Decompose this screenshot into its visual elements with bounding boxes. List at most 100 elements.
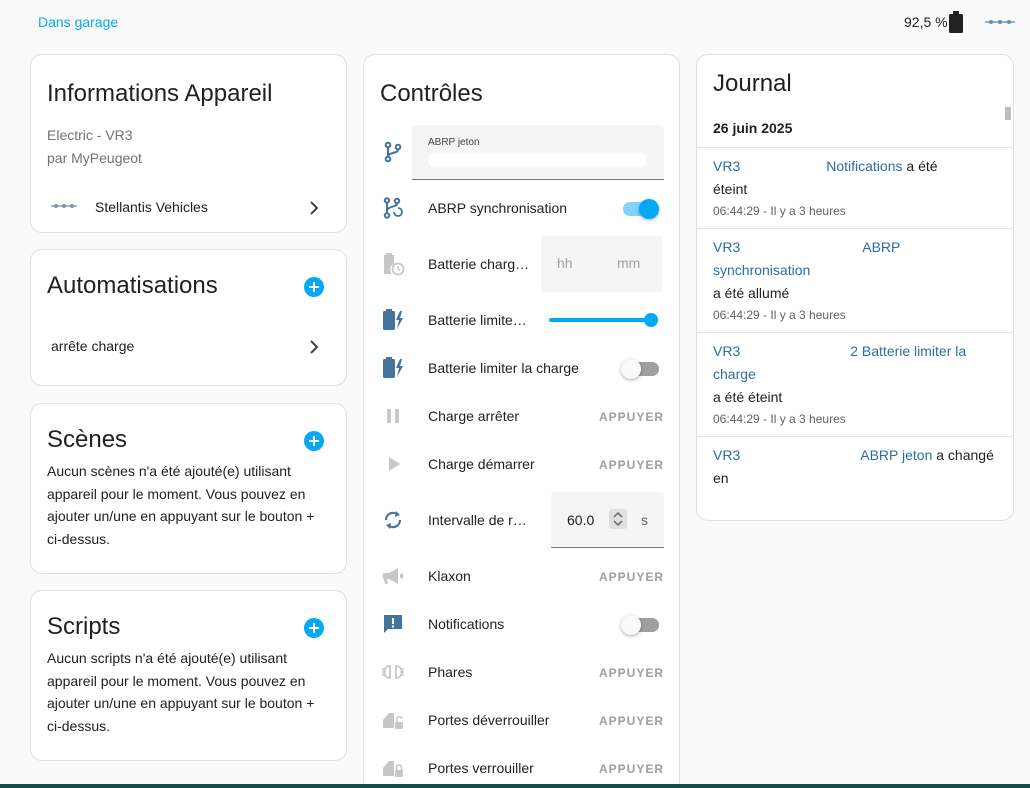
automation-item[interactable]: arrête charge xyxy=(31,330,346,362)
source-branch-sync-icon xyxy=(383,197,403,219)
plus-icon xyxy=(309,623,319,633)
top-bar: Dans garage 92,5 % xyxy=(0,0,1030,46)
add-script-button[interactable] xyxy=(304,618,324,638)
battery-icon xyxy=(949,11,963,33)
entry-entity-cont[interactable]: synchronisation xyxy=(713,262,810,278)
entry-device[interactable]: VR3 xyxy=(713,158,740,174)
minutes-placeholder: mm xyxy=(617,255,641,271)
entry-action: a changé xyxy=(932,447,994,463)
battery-level: 92,5 % xyxy=(904,14,948,30)
entry-action: a été xyxy=(902,158,938,174)
integration-link[interactable]: Stellantis Vehicles xyxy=(31,191,346,223)
plus-icon xyxy=(309,436,319,446)
abrp-sync-label: ABRP synchronisation xyxy=(428,200,568,216)
logbook-scrollbar[interactable] xyxy=(1005,107,1011,120)
car-light-icon xyxy=(382,665,404,679)
charge-stop-button[interactable]: APPUYER xyxy=(599,410,664,424)
notifications-row: Notifications xyxy=(364,600,679,648)
abrp-token-value xyxy=(428,153,646,167)
battery-charging-icon xyxy=(383,309,403,330)
abrp-sync-row: ABRP synchronisation xyxy=(364,184,679,232)
area-link[interactable]: Dans garage xyxy=(38,14,118,30)
doors-unlock-label: Portes déverrouiller xyxy=(428,712,550,728)
entry-action: a été éteint xyxy=(713,389,783,405)
entry-time: 06:44:29 - Il y a 3 heures xyxy=(713,412,846,426)
brand-logo-icon xyxy=(985,20,1015,24)
abrp-token-label: ABRP jeton xyxy=(428,137,480,148)
logbook-entry: VR3 Notifications a été éteint 06:44:29 -… xyxy=(697,147,1013,228)
entry-entity[interactable]: Notifications xyxy=(826,158,902,174)
entry-entity[interactable]: 2 Batterie limiter la xyxy=(850,343,966,359)
entry-entity-cont[interactable]: charge xyxy=(713,366,756,382)
scripts-card: Scripts Aucun scripts n'a été ajouté(e) … xyxy=(30,590,347,761)
doors-lock-row: Portes verrouiller APPUYER xyxy=(364,744,679,788)
lights-row: Phares APPUYER xyxy=(364,648,679,696)
bottom-strip xyxy=(0,784,1030,788)
device-model: Electric - VR3 xyxy=(47,127,193,143)
entry-device[interactable]: VR3 xyxy=(713,239,740,255)
controls-card: Contrôles ABRP jeton ABRP synchronisatio… xyxy=(363,54,680,788)
doors-lock-label: Portes verrouiller xyxy=(428,760,534,776)
automation-label: arrête charge xyxy=(51,338,135,354)
refresh-interval-label: Intervalle de r… xyxy=(428,512,527,528)
scenes-empty-text: Aucun scènes n'a été ajouté(e) utilisant… xyxy=(47,463,315,547)
refresh-interval-unit: s xyxy=(641,512,648,528)
battery-limit-value-label: Batterie limite… xyxy=(428,312,527,328)
charge-start-label: Charge démarrer xyxy=(428,456,535,472)
entry-action-cont: en xyxy=(713,470,729,486)
car-door-lock-open-icon xyxy=(383,713,403,729)
charge-start-button[interactable]: APPUYER xyxy=(599,458,664,472)
scripts-empty-text: Aucun scripts n'a été ajouté(e) utilisan… xyxy=(47,650,315,734)
abrp-token-field[interactable]: ABRP jeton xyxy=(412,125,664,180)
logbook-card: Journal 26 juin 2025 VR3 Notifications a … xyxy=(696,54,1014,521)
battery-limit-charge-row: Batterie limiter la charge xyxy=(364,344,679,392)
charge-time-input[interactable]: hh mm xyxy=(541,236,662,292)
entry-time: 06:44:29 - Il y a 3 heures xyxy=(713,308,846,322)
battery-charging-icon xyxy=(383,357,403,378)
scenes-card: Scènes Aucun scènes n'a été ajouté(e) ut… xyxy=(30,403,347,574)
device-manufacturer: par MyPeugeot xyxy=(47,150,142,166)
notifications-label: Notifications xyxy=(428,616,505,632)
logbook-date: 26 juin 2025 xyxy=(713,120,793,136)
lights-button[interactable]: APPUYER xyxy=(599,666,664,680)
lights-label: Phares xyxy=(428,664,473,680)
hours-placeholder: hh xyxy=(557,255,573,271)
logbook-entry: VR3 ABRP jeton a changé en xyxy=(697,436,1013,520)
logbook-entry: VR3 2 Batterie limiter la charge a été ét… xyxy=(697,332,1013,436)
entry-entity[interactable]: ABRP xyxy=(862,239,900,255)
controls-title: Contrôles xyxy=(380,80,483,107)
battery-charge-time-label: Batterie charg… xyxy=(428,256,530,272)
entry-entity[interactable]: ABRP jeton xyxy=(860,447,932,463)
entry-time: 06:44:29 - Il y a 3 heures xyxy=(713,204,846,218)
doors-unlock-button[interactable]: APPUYER xyxy=(599,714,664,728)
battery-clock-icon xyxy=(384,253,405,276)
horn-label: Klaxon xyxy=(428,568,471,584)
doors-lock-button[interactable]: APPUYER xyxy=(599,762,664,776)
battery-limit-slider-thumb[interactable] xyxy=(644,313,658,327)
entry-action-cont: éteint xyxy=(713,181,748,197)
spinner-icon[interactable] xyxy=(609,509,627,529)
message-alert-icon xyxy=(384,615,402,633)
entry-device[interactable]: VR3 xyxy=(713,343,740,359)
chevron-right-icon xyxy=(310,201,319,215)
scripts-title: Scripts xyxy=(47,613,121,640)
automations-card: Automatisations arrête charge xyxy=(30,249,347,386)
source-branch-icon xyxy=(384,141,402,163)
battery-limit-slider-track[interactable] xyxy=(549,318,653,322)
device-info-title: Informations Appareil xyxy=(47,80,273,107)
doors-unlock-row: Portes déverrouiller APPUYER xyxy=(364,696,679,744)
horn-button[interactable]: APPUYER xyxy=(599,570,664,584)
integration-logo-icon xyxy=(51,204,77,208)
charge-start-row: Charge démarrer APPUYER xyxy=(364,440,679,488)
plus-icon xyxy=(309,282,319,292)
battery-limit-charge-label: Batterie limiter la charge xyxy=(428,360,579,376)
add-automation-button[interactable] xyxy=(304,277,324,297)
charge-stop-row: Charge arrêter APPUYER xyxy=(364,392,679,440)
entry-device[interactable]: VR3 xyxy=(713,447,740,463)
pause-icon xyxy=(387,409,399,423)
bullhorn-icon xyxy=(383,568,403,584)
automations-title: Automatisations xyxy=(47,272,218,299)
add-scene-button[interactable] xyxy=(304,431,324,451)
refresh-interval-input[interactable]: 60.0 s xyxy=(551,492,664,548)
horn-row: Klaxon APPUYER xyxy=(364,552,679,600)
